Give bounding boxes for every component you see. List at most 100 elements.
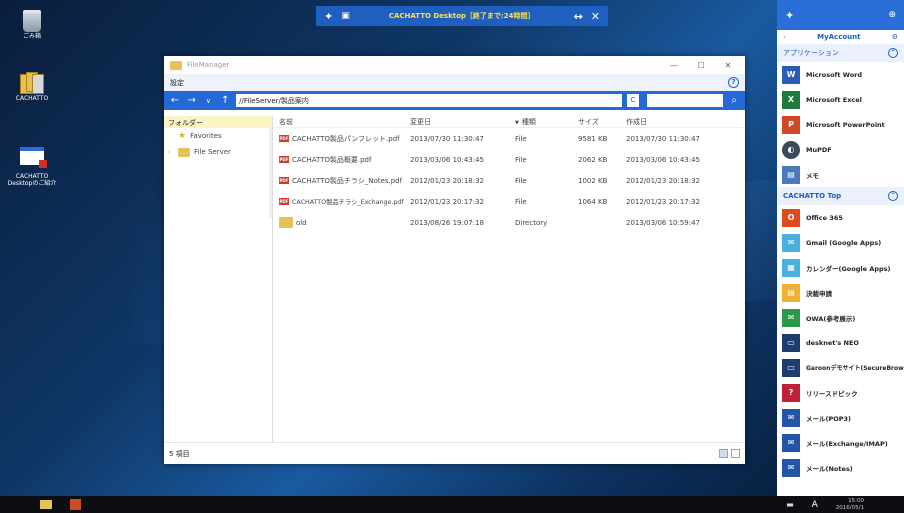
ime-indicator[interactable]: A	[812, 500, 818, 510]
app-item-approval[interactable]: ▤ 決裁申請	[777, 280, 904, 305]
app-item-release[interactable]: ? リリースドピック	[777, 380, 904, 405]
file-type: File	[515, 197, 527, 206]
mail-exchange-icon: ✉	[782, 433, 800, 452]
recycle-bin-icon	[23, 10, 41, 32]
up-arrow-icon[interactable]: ↑	[219, 95, 231, 106]
app-item-gmail[interactable]: ✉ Gmail (Google Apps)	[777, 230, 904, 255]
sort-down-icon: ▼	[515, 119, 519, 126]
chevron-left-icon[interactable]: ‹	[783, 33, 786, 41]
mail-notes-icon: ✉	[782, 458, 800, 477]
file-type: File	[515, 134, 527, 143]
cachatto-sidebar: ✦ ⊕ ‹ MyAccount ⚙ アプリケーション ⌃ W Microsoft …	[777, 0, 904, 496]
app-item-garoon[interactable]: ▭ Garoonデモサイト(SecureBrowser)	[777, 355, 904, 380]
chevron-right-icon[interactable]: ›	[168, 149, 174, 156]
section-applications[interactable]: アプリケーション ⌃	[777, 44, 904, 62]
file-row[interactable]: PDF CACHATTO製品チラシ_Notes.pdf 2012/01/23 20…	[273, 170, 745, 191]
back-arrow-icon[interactable]: ←	[169, 95, 181, 106]
gear-icon[interactable]: ⚙	[892, 33, 898, 41]
resize-icon[interactable]: ↔	[574, 10, 583, 23]
app-item-mail-notes[interactable]: ✉ メール(Notes)	[777, 455, 904, 480]
menu-settings[interactable]: 設定	[170, 78, 184, 88]
column-created[interactable]: 作成日	[626, 117, 726, 127]
file-size: 1002 KB	[578, 176, 608, 185]
section-label: CACHATTO Top	[783, 192, 842, 200]
file-created: 2013/03/06 10:43:45	[626, 155, 701, 164]
column-size[interactable]: サイズ	[578, 117, 626, 127]
release-icon: ?	[782, 383, 800, 402]
app-item-office365[interactable]: O Office 365	[777, 205, 904, 230]
app-item-mail-exchange[interactable]: ✉ メール(Exchange/IMAP)	[777, 430, 904, 455]
file-size: 9581 KB	[578, 134, 608, 143]
search-icon[interactable]: ⌕	[728, 95, 740, 106]
desktop-icon-label: ごみ箱	[22, 33, 41, 40]
file-row[interactable]: old 2013/08/26 19:07:18 Directory 2013/0…	[273, 212, 745, 233]
app-item-mail-pop3[interactable]: ✉ メール(POP3)	[777, 405, 904, 430]
file-row[interactable]: PDF CACHATTO製品概要.pdf 2013/03/06 10:43:45 …	[273, 149, 745, 170]
app-item-powerpoint[interactable]: P Microsoft PowerPoint	[777, 112, 904, 137]
file-manager-window: FileManager — ☐ ✕ 設定 ? ← → ∨ ↑ //FileSer…	[164, 56, 745, 464]
account-bar: ‹ MyAccount ⚙	[777, 30, 904, 44]
powerpoint-taskbar-icon[interactable]	[70, 499, 81, 510]
app-label: Office 365	[806, 213, 843, 222]
excel-icon: X	[782, 90, 800, 109]
app-item-desknets[interactable]: ▭ desknet's NEO	[777, 330, 904, 355]
screen-icon[interactable]: ▣	[341, 11, 350, 21]
tree-scrollbar[interactable]	[269, 128, 272, 218]
file-modified: 2013/03/06 10:43:45	[410, 155, 485, 164]
file-row[interactable]: PDF CACHATTO製品パンフレット.pdf 2013/07/30 11:30…	[273, 128, 745, 149]
file-name: CACHATTO製品チラシ_Notes.pdf	[292, 176, 403, 185]
minimize-button[interactable]: —	[663, 61, 685, 70]
folder-icon	[170, 60, 182, 70]
desktop-icon-cachatto-intro[interactable]: CACHATTO Desktopのご紹介	[2, 140, 62, 188]
app-item-excel[interactable]: X Microsoft Excel	[777, 87, 904, 112]
column-name[interactable]: 名前	[273, 117, 410, 127]
add-icon[interactable]: ⊕	[888, 10, 896, 20]
tree-item-file-server[interactable]: › File Server	[164, 144, 272, 160]
powerpoint-icon: P	[782, 115, 800, 134]
section-cachatto-top[interactable]: CACHATTO Top ⌃	[777, 187, 904, 205]
file-row[interactable]: PDF CACHATTO製品チラシ_Exchange.pdf 2012/01/23…	[273, 191, 745, 212]
file-explorer-icon[interactable]	[40, 500, 52, 509]
collapse-icon[interactable]: ⌃	[888, 191, 898, 201]
refresh-button[interactable]: C	[626, 94, 639, 107]
pin-icon[interactable]: ✦	[324, 10, 333, 23]
gmail-icon: ✉	[782, 233, 800, 252]
clock[interactable]: 15:00 2016/05/1	[836, 498, 864, 510]
collapse-icon[interactable]: ⌃	[888, 48, 898, 58]
address-bar: ← → ∨ ↑ //FileServer/製品案内 C ⌕	[164, 91, 745, 110]
column-type-label: 種類	[521, 117, 536, 126]
app-item-calendar[interactable]: ▦ カレンダー(Google Apps)	[777, 255, 904, 280]
mupdf-icon: ◐	[782, 140, 800, 159]
search-input[interactable]	[646, 94, 724, 107]
account-name[interactable]: MyAccount	[817, 33, 860, 41]
app-item-word[interactable]: W Microsoft Word	[777, 62, 904, 87]
app-item-memo[interactable]: ▤ メモ	[777, 162, 904, 187]
keyboard-icon[interactable]: ▬	[786, 500, 794, 509]
file-created: 2012/01/23 20:17:32	[626, 197, 701, 206]
file-type: File	[515, 155, 527, 164]
app-item-mupdf[interactable]: ◐ MuPDF	[777, 137, 904, 162]
chevron-down-icon[interactable]: ∨	[203, 97, 215, 105]
app-label: desknet's NEO	[806, 338, 859, 347]
calendar-icon: ▦	[782, 258, 800, 277]
pin-icon[interactable]: ✦	[785, 9, 794, 22]
pdf-icon: PDF	[279, 198, 289, 205]
maximize-button[interactable]: ☐	[690, 61, 712, 70]
window-titlebar: FileManager — ☐ ✕	[164, 56, 745, 74]
column-type[interactable]: ▼ 種類	[515, 117, 578, 127]
app-label: Gmail (Google Apps)	[806, 238, 882, 247]
help-icon[interactable]: ?	[728, 77, 739, 88]
details-view-icon[interactable]	[719, 449, 728, 458]
file-type: File	[515, 176, 527, 185]
column-modified[interactable]: 変更日	[410, 117, 515, 127]
app-item-owa[interactable]: ✉ OWA(参考展示)	[777, 305, 904, 330]
tiles-view-icon[interactable]	[731, 449, 740, 458]
desktop-icon-recycle-bin[interactable]: ごみ箱	[2, 10, 62, 41]
forward-arrow-icon[interactable]: →	[186, 95, 198, 106]
desktop-icon-cachatto[interactable]: CACHATTO	[2, 72, 62, 103]
close-button[interactable]: ✕	[717, 61, 739, 70]
close-icon[interactable]: ✕	[591, 10, 600, 23]
tree-item-favorites[interactable]: ★ Favorites	[164, 128, 272, 144]
app-label: 決裁申請	[806, 289, 832, 298]
address-input[interactable]: //FileServer/製品案内	[236, 94, 622, 107]
